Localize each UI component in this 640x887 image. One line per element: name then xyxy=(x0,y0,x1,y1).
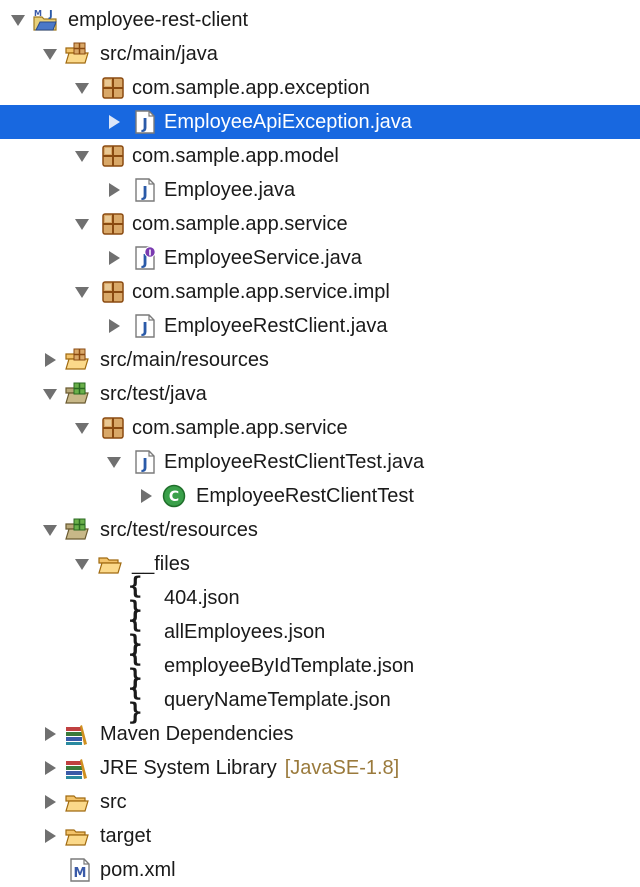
tree-item-src-test-java[interactable]: src/test/java xyxy=(0,377,640,411)
tree-item-label: EmployeeRestClient.java xyxy=(164,315,388,337)
collapse-arrow-right-icon[interactable] xyxy=(42,760,58,776)
tree-item-jre-system-library[interactable]: JRE System Library [JavaSE-1.8] xyxy=(0,751,640,785)
package-icon xyxy=(101,280,125,304)
collapse-arrow-right-icon[interactable] xyxy=(106,114,122,130)
tree-item-label: com.sample.app.exception xyxy=(132,77,370,99)
folder-icon xyxy=(65,790,89,814)
java-file-icon xyxy=(133,314,157,338)
tree-item-label: src/main/resources xyxy=(100,349,269,371)
tree-item-src-test-resources[interactable]: src/test/resources xyxy=(0,513,640,547)
expand-arrow-down-icon[interactable] xyxy=(42,522,58,538)
collapse-arrow-right-icon[interactable] xyxy=(106,182,122,198)
project-name-label: employee-rest-client xyxy=(68,9,249,31)
tree-item-label: com.sample.app.service xyxy=(132,213,348,235)
expand-arrow-down-icon[interactable] xyxy=(74,148,90,164)
tree-item-label: 404.json xyxy=(164,587,240,609)
tree-item-package-service[interactable]: com.sample.app.service xyxy=(0,207,640,241)
tree-item-json-all-employees[interactable]: { } allEmployees.json xyxy=(0,608,640,656)
svg-text:J: J xyxy=(48,9,53,20)
library-icon xyxy=(65,722,89,746)
tree-item-file-employee-service[interactable]: EmployeeService.java xyxy=(0,241,640,275)
library-icon xyxy=(65,756,89,780)
package-icon xyxy=(101,212,125,236)
tree-item-json-404[interactable]: { } 404.json xyxy=(0,574,640,622)
expand-arrow-down-icon[interactable] xyxy=(106,454,122,470)
expand-arrow-down-icon[interactable] xyxy=(10,12,26,28)
tree-item-package-service-impl[interactable]: com.sample.app.service.impl xyxy=(0,275,640,309)
expand-arrow-down-icon[interactable] xyxy=(74,80,90,96)
tree-item-file-employee-api-exception[interactable]: EmployeeApiException.java xyxy=(0,105,640,139)
tree-item-src-main-resources[interactable]: src/main/resources xyxy=(0,343,640,377)
tree-item-src-main-java[interactable]: src/main/java xyxy=(0,37,640,71)
tree-item-file-employee[interactable]: Employee.java xyxy=(0,173,640,207)
expand-arrow-down-icon[interactable] xyxy=(74,420,90,436)
collapse-arrow-right-icon[interactable] xyxy=(42,726,58,742)
collapse-arrow-right-icon[interactable] xyxy=(42,828,58,844)
tree-item-label: com.sample.app.service.impl xyxy=(132,281,390,303)
svg-text:M: M xyxy=(34,9,42,18)
collapse-arrow-right-icon[interactable] xyxy=(106,318,122,334)
tree-item-label: com.sample.app.service xyxy=(132,417,348,439)
tree-item-label: src xyxy=(100,791,127,813)
jre-library-name: JRE System Library xyxy=(100,757,277,779)
tree-item-maven-dependencies[interactable]: Maven Dependencies xyxy=(0,717,640,751)
tree-item-json-query-name[interactable]: { } queryNameTemplate.json xyxy=(0,674,640,726)
tree-item-label: src/test/java xyxy=(100,383,207,405)
tree-item-label: Employee.java xyxy=(164,179,296,201)
tree-item-label: JRE System Library [JavaSE-1.8] xyxy=(100,751,399,785)
tree-item-label: com.sample.app.model xyxy=(132,145,339,167)
java-interface-file-icon xyxy=(133,246,157,270)
tree-item-json-employee-by-id[interactable]: { } employeeByIdTemplate.json xyxy=(0,642,640,690)
tree-item-package-model[interactable]: com.sample.app.model xyxy=(0,139,640,173)
tree-item-src-folder[interactable]: src xyxy=(0,785,640,819)
jre-version-decoration: [JavaSE-1.8] xyxy=(284,757,400,779)
tree-item-label: src/main/java xyxy=(100,43,218,65)
tree-item-label: EmployeeRestClientTest.java xyxy=(164,451,425,473)
package-icon xyxy=(101,144,125,168)
tree-item-package-exception[interactable]: com.sample.app.exception xyxy=(0,71,640,105)
open-folder-icon xyxy=(98,552,122,576)
class-icon xyxy=(162,484,186,508)
package-icon xyxy=(101,416,125,440)
collapse-arrow-right-icon[interactable] xyxy=(138,488,154,504)
tree-item-class-employee-rest-client-test[interactable]: EmployeeRestClientTest xyxy=(0,479,640,513)
tree-item-label: Maven Dependencies xyxy=(100,723,294,745)
expand-arrow-down-icon[interactable] xyxy=(74,216,90,232)
pom-file-icon xyxy=(68,858,92,882)
tree-item-label: src/test/resources xyxy=(100,519,258,541)
json-file-icon: { } xyxy=(128,674,142,726)
tree-item-label: EmployeeService.java xyxy=(164,247,362,269)
tree-item-label: employeeByIdTemplate.json xyxy=(164,655,415,677)
expand-arrow-down-icon[interactable] xyxy=(74,284,90,300)
collapse-arrow-right-icon[interactable] xyxy=(42,352,58,368)
tree-item-target-folder[interactable]: target xyxy=(0,819,640,853)
tree-item-label: target xyxy=(100,825,152,847)
package-explorer-tree: M J employee-rest-client src/main/java c… xyxy=(0,0,640,882)
test-source-folder-icon xyxy=(65,518,89,542)
expand-arrow-down-icon[interactable] xyxy=(74,556,90,572)
package-icon xyxy=(101,76,125,100)
tree-item-folder-files[interactable]: __files xyxy=(0,547,640,581)
maven-java-project-icon: M J xyxy=(33,8,57,32)
expand-arrow-down-icon[interactable] xyxy=(42,46,58,62)
java-file-icon xyxy=(133,110,157,134)
tree-item-test-package-service[interactable]: com.sample.app.service xyxy=(0,411,640,445)
java-file-icon xyxy=(133,178,157,202)
tree-item-file-employee-rest-client[interactable]: EmployeeRestClient.java xyxy=(0,309,640,343)
collapse-arrow-right-icon[interactable] xyxy=(106,250,122,266)
java-file-icon xyxy=(133,450,157,474)
tree-item-label: EmployeeRestClientTest xyxy=(196,485,414,507)
tree-item-project[interactable]: M J employee-rest-client xyxy=(0,3,640,37)
tree-item-label: EmployeeApiException.java xyxy=(164,111,412,133)
test-source-folder-icon xyxy=(65,382,89,406)
source-folder-icon xyxy=(65,42,89,66)
collapse-arrow-right-icon[interactable] xyxy=(42,794,58,810)
tree-item-file-employee-rest-client-test[interactable]: EmployeeRestClientTest.java xyxy=(0,445,640,479)
tree-item-label: queryNameTemplate.json xyxy=(164,689,391,711)
folder-icon xyxy=(65,824,89,848)
tree-item-label: allEmployees.json xyxy=(164,621,326,643)
expand-arrow-down-icon[interactable] xyxy=(42,386,58,402)
source-folder-icon xyxy=(65,348,89,372)
